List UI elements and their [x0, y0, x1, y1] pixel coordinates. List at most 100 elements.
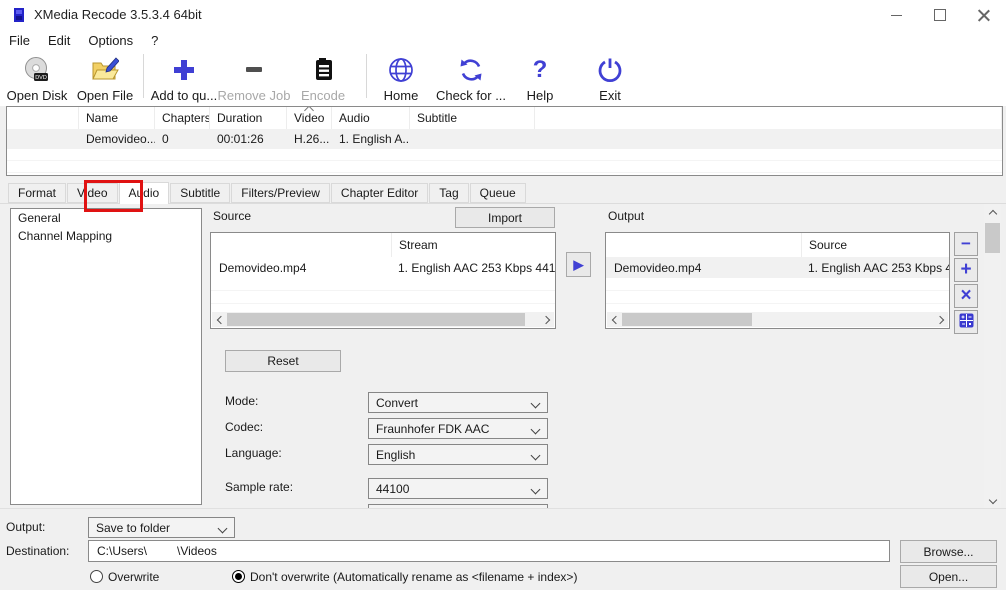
menu-options[interactable]: Options — [79, 33, 142, 48]
destination-label: Destination: — [6, 544, 69, 558]
column-header-duration[interactable]: Duration — [210, 107, 287, 129]
job-name: Demovideo... — [79, 132, 155, 146]
column-header-blank[interactable] — [7, 107, 79, 129]
panel-vertical-scrollbar[interactable] — [984, 204, 1001, 508]
app-icon — [11, 7, 27, 26]
tab-audio[interactable]: Audio — [119, 182, 170, 204]
tab-filters-preview[interactable]: Filters/Preview — [231, 183, 330, 203]
language-select[interactable]: English — [368, 444, 548, 465]
category-list: General Channel Mapping — [10, 208, 202, 505]
svg-text:DVD: DVD — [35, 75, 47, 81]
transfer-stream-button[interactable]: ▶ — [566, 252, 591, 277]
disc-icon: DVD — [23, 55, 51, 85]
add-output-stream-button[interactable]: + — [954, 258, 978, 282]
minus-icon: − — [961, 234, 971, 254]
import-button[interactable]: Import — [455, 207, 555, 228]
job-duration: 00:01:26 — [210, 132, 287, 146]
home-button[interactable]: Home — [372, 55, 430, 103]
scrollbar-thumb[interactable] — [985, 223, 1000, 253]
open-button[interactable]: Open... — [900, 565, 997, 588]
scroll-down-icon[interactable] — [985, 493, 1000, 508]
encode-button[interactable]: Encode — [293, 55, 353, 103]
tab-subtitle[interactable]: Subtitle — [170, 183, 230, 203]
empty-row — [7, 149, 1002, 161]
category-general[interactable]: General — [11, 209, 201, 227]
tab-video[interactable]: Video — [67, 183, 117, 203]
tab-tag[interactable]: Tag — [429, 183, 468, 203]
output-stream-row[interactable]: Demovideo.mp4 1. English AAC 253 Kbps 44 — [606, 257, 949, 278]
app-window: XMedia Recode 3.5.3.4 64bit File Edit Op… — [0, 0, 1006, 590]
minus-icon — [240, 55, 268, 85]
bottom-bar: Output: Save to folder Destination: C:\U… — [0, 508, 1006, 590]
minimize-button[interactable] — [874, 0, 918, 30]
column-header-audio[interactable]: Audio — [332, 107, 410, 129]
reset-button[interactable]: Reset — [225, 350, 341, 372]
tab-chapter-editor[interactable]: Chapter Editor — [331, 183, 428, 203]
destination-input[interactable]: C:\Users\ \Videos — [88, 540, 890, 562]
output-mode-label: Output: — [6, 520, 45, 534]
help-button[interactable]: ? Help — [512, 55, 568, 103]
scroll-left-icon[interactable] — [607, 312, 622, 327]
browse-button[interactable]: Browse... — [900, 540, 997, 563]
plus-icon — [170, 55, 198, 85]
codec-select[interactable]: Fraunhofer FDK AAC — [368, 418, 548, 439]
menu-help[interactable]: ? — [142, 33, 167, 48]
output-file: Demovideo.mp4 — [606, 261, 801, 275]
column-header-video[interactable]: Video — [287, 107, 332, 129]
minimize-icon — [891, 15, 902, 16]
audio-tab-panel: General Channel Mapping Source Import St… — [0, 203, 1006, 508]
add-to-queue-button[interactable]: Add to qu... — [149, 55, 219, 103]
channel-matrix-button[interactable] — [954, 310, 978, 334]
scroll-up-icon[interactable] — [985, 205, 1000, 220]
output-table-header: Source — [606, 233, 949, 257]
delete-output-stream-button[interactable]: × — [954, 284, 978, 308]
source-stream: 1. English AAC 253 Kbps 44100 — [391, 257, 555, 278]
globe-icon — [387, 55, 415, 85]
scrollbar-thumb[interactable] — [227, 313, 525, 326]
maximize-icon — [934, 9, 946, 21]
source-label: Source — [213, 209, 251, 223]
matrix-grid-icon — [959, 313, 974, 331]
tab-format[interactable]: Format — [8, 183, 66, 203]
scroll-right-icon[interactable] — [933, 312, 948, 327]
output-mode-select[interactable]: Save to folder — [88, 517, 235, 538]
overwrite-radio[interactable] — [90, 570, 103, 583]
stream-column-header[interactable]: Stream — [391, 233, 555, 257]
play-arrow-icon: ▶ — [574, 257, 584, 273]
maximize-button[interactable] — [918, 0, 962, 30]
menu-file[interactable]: File — [0, 33, 39, 48]
check-for-updates-button[interactable]: Check for ... — [434, 55, 508, 103]
x-icon: × — [960, 285, 971, 307]
exit-button[interactable]: Exit — [582, 55, 638, 103]
dont-overwrite-radio[interactable] — [232, 570, 245, 583]
close-button[interactable] — [962, 0, 1006, 30]
remove-job-button[interactable]: Remove Job — [216, 55, 292, 103]
sample-rate-label: Sample rate: — [225, 480, 293, 494]
tab-queue[interactable]: Queue — [470, 183, 526, 203]
open-file-button[interactable]: Open File — [74, 55, 136, 103]
chevron-down-icon — [531, 399, 541, 409]
codec-label: Codec: — [225, 420, 263, 434]
column-header-subtitle[interactable]: Subtitle — [410, 107, 535, 129]
job-list-header: Name Chapters Duration Video Audio Subti… — [7, 107, 1002, 129]
job-row[interactable]: Demovideo... 0 00:01:26 H.26... 1. Engli… — [7, 129, 1002, 149]
scrollbar-thumb[interactable] — [622, 313, 752, 326]
toolbar-separator — [366, 54, 367, 98]
chevron-down-icon — [531, 451, 541, 461]
remove-output-stream-button[interactable]: − — [954, 232, 978, 256]
sample-rate-select[interactable]: 44100 — [368, 478, 548, 499]
column-header-chapters[interactable]: Chapters — [155, 107, 210, 129]
output-stream-table: Source Demovideo.mp4 1. English AAC 253 … — [605, 232, 950, 329]
output-source-column-header[interactable]: Source — [801, 233, 949, 257]
source-stream-row[interactable]: Demovideo.mp4 1. English AAC 253 Kbps 44… — [211, 257, 555, 278]
output-table-hscrollbar[interactable] — [607, 312, 948, 327]
encode-cassette-icon — [309, 55, 337, 85]
menu-edit[interactable]: Edit — [39, 33, 79, 48]
category-channel-mapping[interactable]: Channel Mapping — [11, 227, 201, 245]
open-disk-button[interactable]: DVD Open Disk — [8, 55, 66, 103]
scroll-left-icon[interactable] — [212, 312, 227, 327]
source-table-hscrollbar[interactable] — [212, 312, 554, 327]
mode-select[interactable]: Convert — [368, 392, 548, 413]
column-header-name[interactable]: Name — [79, 107, 155, 129]
scroll-right-icon[interactable] — [539, 312, 554, 327]
